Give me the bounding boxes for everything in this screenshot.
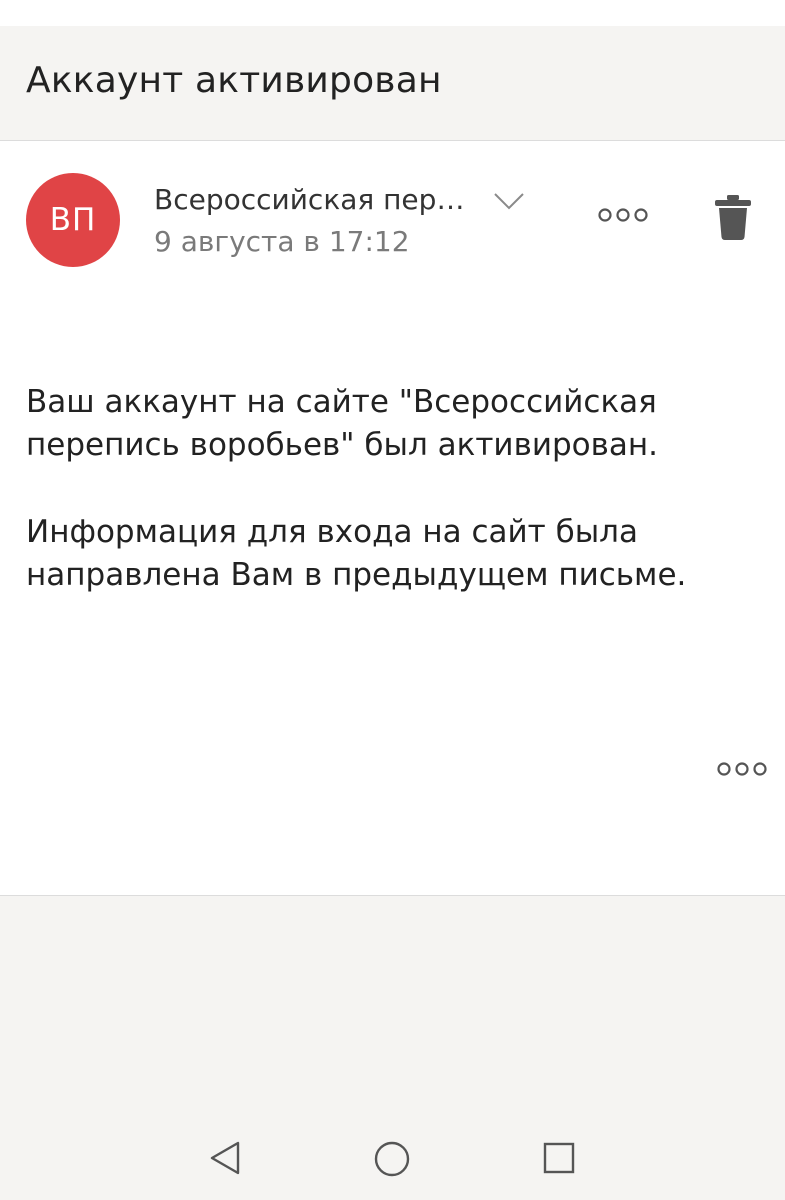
status-bar	[0, 0, 785, 26]
message-body: Ваш аккаунт на сайте "Всероссийская пере…	[26, 381, 756, 597]
sender-avatar[interactable]: ВП	[26, 173, 120, 267]
chevron-down-icon[interactable]	[492, 189, 526, 213]
more-horizontal-icon[interactable]	[596, 205, 650, 225]
recent-square-icon[interactable]	[542, 1141, 576, 1175]
message-view: ВП Всероссийская пере... 9 августа в 17:…	[0, 141, 785, 896]
system-navigation-bar	[0, 1112, 785, 1200]
message-date: 9 августа в 17:12	[154, 225, 410, 258]
sender-name[interactable]: Всероссийская пере...	[154, 183, 474, 216]
message-paragraph: Информация для входа на сайт была направ…	[26, 514, 687, 593]
trash-icon[interactable]	[713, 193, 753, 241]
page-title: Аккаунт активирован	[26, 60, 442, 101]
message-paragraph: Ваш аккаунт на сайте "Всероссийская пере…	[26, 384, 659, 463]
avatar-initials: ВП	[49, 202, 97, 238]
more-horizontal-icon[interactable]	[716, 759, 768, 779]
back-triangle-icon[interactable]	[208, 1140, 242, 1176]
home-circle-icon[interactable]	[373, 1140, 411, 1178]
app-header: Аккаунт активирован	[0, 26, 785, 141]
